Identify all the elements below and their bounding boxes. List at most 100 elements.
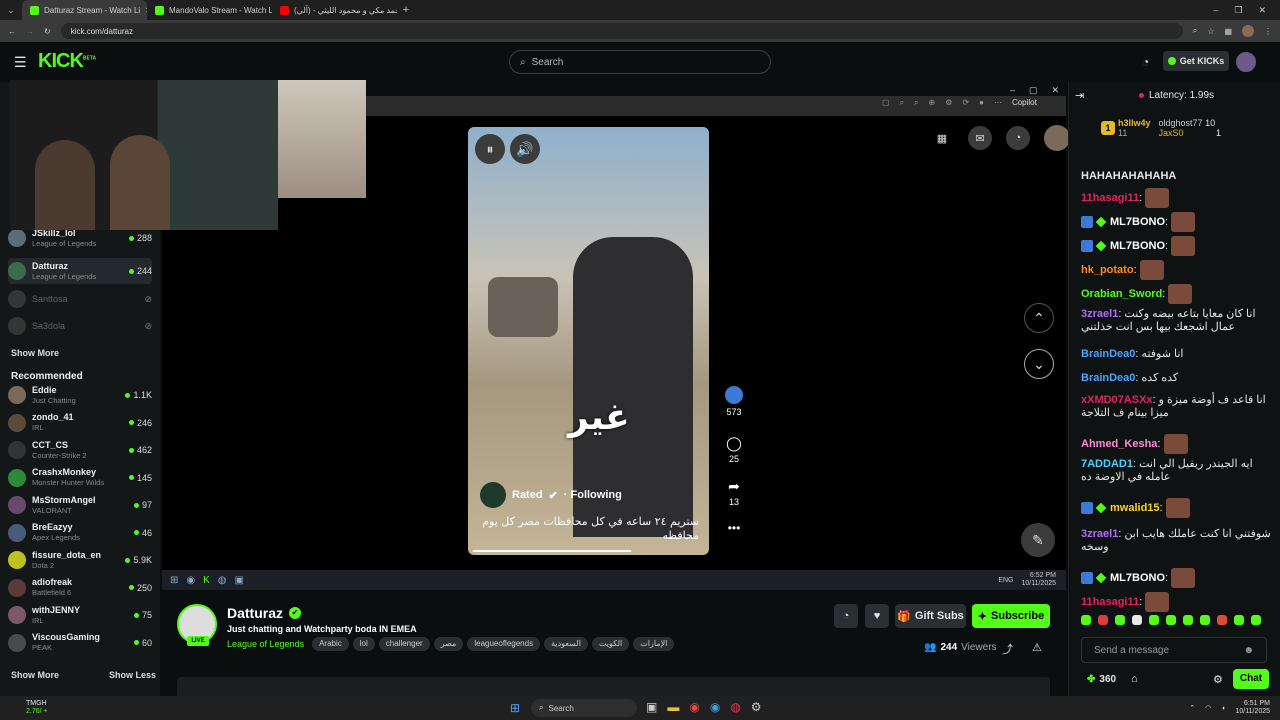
app-icon[interactable]: ◍: [730, 700, 740, 714]
sidebar-item-datturaz[interactable]: Datturaz League of Legends 244: [8, 258, 152, 284]
author-avatar[interactable]: [480, 482, 506, 508]
tray-chevron-icon[interactable]: ⌃: [1189, 704, 1195, 712]
chat-username[interactable]: 3zrael1: [1081, 308, 1118, 320]
tab-2[interactable]: أحمد مكي و محمود الليثي - (آلي) ✕: [272, 0, 397, 20]
quick-emote-icon[interactable]: [1183, 615, 1193, 625]
hamburger-menu-icon[interactable]: ☰: [14, 54, 27, 71]
previous-reel-icon[interactable]: ⌃: [1024, 303, 1054, 333]
notification-bell-icon[interactable]: ◔: [1142, 55, 1149, 69]
chat-input[interactable]: Send a message ☻: [1081, 637, 1267, 663]
sidebar-item-recommended[interactable]: BreEazyy Apex Legends 46: [8, 520, 152, 546]
kick-logo[interactable]: KICKBETA: [38, 50, 96, 73]
kicks-balance[interactable]: ✤ 360: [1087, 674, 1116, 685]
quick-emote-icon[interactable]: [1200, 615, 1210, 625]
sidebar-item-recommended[interactable]: CCT_CS Counter-Strike 2 462: [8, 437, 152, 463]
chat-username[interactable]: Orabian_Sword: [1081, 288, 1162, 300]
url-field[interactable]: kick.com/datturaz: [60, 23, 1183, 39]
tag[interactable]: Arabic: [312, 637, 349, 651]
search-input[interactable]: ⌕ Search: [509, 50, 771, 74]
quick-emote-icon[interactable]: [1234, 615, 1244, 625]
task-view-icon[interactable]: ▣: [646, 700, 657, 714]
sidebar-item-recommended[interactable]: MsStormAngel VALORANT 97: [8, 492, 152, 518]
sidebar-item-recommended[interactable]: adiofreak Battlefield 6 250: [8, 575, 152, 601]
sidebar-item-santtosa[interactable]: Santtosa ⊘: [8, 286, 152, 312]
pause-icon[interactable]: ⏸: [475, 134, 505, 164]
report-icon[interactable]: ⚠: [1032, 641, 1042, 654]
channel-name[interactable]: Datturaz: [227, 605, 283, 621]
volume-icon[interactable]: 🔊: [510, 134, 540, 164]
like-icon[interactable]: [725, 386, 743, 404]
chat-username[interactable]: mwalid15: [1110, 502, 1160, 514]
quick-emote-icon[interactable]: [1217, 615, 1227, 625]
zoom-icon[interactable]: ⌕: [1193, 26, 1197, 36]
tag[interactable]: الإمارات: [633, 637, 675, 651]
edit-icon[interactable]: ✎: [1021, 523, 1055, 557]
follow-heart-button[interactable]: ♥: [865, 604, 889, 628]
chat-send-button[interactable]: Chat: [1233, 669, 1269, 689]
tag[interactable]: lol: [352, 637, 375, 651]
following-label[interactable]: · Following: [564, 489, 622, 501]
chat-username[interactable]: 11hasagi11: [1081, 192, 1139, 204]
close-window-icon[interactable]: ✕: [1258, 5, 1266, 16]
sidebar-item-recommended[interactable]: zondo_41 IRL 246: [8, 410, 152, 436]
tag[interactable]: الكويت: [591, 637, 630, 651]
chat-username[interactable]: 7ADDAD1: [1081, 458, 1133, 470]
reel-video[interactable]: ⏸ 🔊 غير Rated ✔ · Following ستريم ٢٤ ساع…: [468, 127, 709, 555]
back-icon[interactable]: ←: [8, 27, 16, 36]
avatar[interactable]: [1044, 125, 1070, 151]
avatar[interactable]: [1236, 52, 1256, 72]
new-tab-icon[interactable]: +: [397, 4, 415, 16]
quick-emote-icon[interactable]: [1081, 615, 1091, 625]
tag[interactable]: leagueoflegends: [467, 637, 541, 651]
show-more-button[interactable]: Show More: [11, 670, 59, 680]
sidebar-item-sa3dola[interactable]: Sa3dola ⊘: [8, 313, 152, 339]
chat-username[interactable]: ML7BONO: [1110, 216, 1165, 228]
sidebar-item-recommended[interactable]: Eddie Just Chatting 1.1K: [8, 382, 152, 408]
quick-emote-icon[interactable]: [1166, 615, 1176, 625]
tag[interactable]: مصر: [433, 637, 464, 651]
show-less-button[interactable]: Show Less: [109, 670, 156, 680]
notifications-icon[interactable]: ◔: [1006, 126, 1030, 150]
star-icon[interactable]: ☆: [1207, 27, 1214, 36]
chat-username[interactable]: Ahmed_Kesha: [1081, 438, 1157, 450]
file-explorer-icon[interactable]: ▬: [667, 700, 679, 714]
sidebar-item-recommended[interactable]: withJENNY IRL 75: [8, 602, 152, 628]
emoji-icon[interactable]: ☻: [1243, 645, 1254, 656]
tag[interactable]: challenger: [378, 637, 430, 651]
next-reel-icon[interactable]: ⌄: [1024, 349, 1054, 379]
gift-icon[interactable]: ⌂: [1131, 673, 1138, 685]
tab-menu-icon[interactable]: ⌄: [0, 5, 22, 16]
forward-icon[interactable]: →: [26, 27, 34, 36]
collapse-chat-icon[interactable]: ⇥: [1075, 89, 1084, 102]
chat-username[interactable]: hk_potato: [1081, 264, 1134, 276]
settings-gear-icon[interactable]: ⚙: [751, 700, 762, 714]
comment-icon[interactable]: ◯: [719, 435, 749, 452]
chat-username[interactable]: ML7BONO: [1110, 240, 1165, 252]
notification-bell-button[interactable]: ◔: [834, 604, 858, 628]
tab-1[interactable]: MandoValo Stream - Watch Li ✕: [147, 0, 272, 20]
maximize-icon[interactable]: ❐: [1234, 5, 1242, 16]
author-name[interactable]: Rated: [512, 489, 543, 501]
tag[interactable]: السعودية: [544, 637, 588, 651]
more-options-icon[interactable]: •••: [719, 521, 749, 535]
extensions-icon[interactable]: ▦: [1224, 27, 1232, 36]
sidebar-item-recommended[interactable]: ViscousGaming PEAK 60: [8, 630, 152, 656]
messenger-icon[interactable]: ✉: [968, 126, 992, 150]
chat-username[interactable]: 11hasagi11: [1081, 596, 1139, 608]
chat-username[interactable]: ML7BONO: [1110, 572, 1165, 584]
edge-icon[interactable]: ◉: [710, 700, 720, 714]
quick-emote-icon[interactable]: [1098, 615, 1108, 625]
gift-subs-button[interactable]: 🎁 Gift Subs: [895, 604, 966, 628]
quick-emote-icon[interactable]: [1251, 615, 1261, 625]
sidebar-item-recommended[interactable]: CrashxMonkey Monster Hunter Wilds 145: [8, 465, 152, 491]
profile-icon[interactable]: [1242, 25, 1254, 37]
chat-username[interactable]: xXMD07ASXx: [1081, 394, 1153, 406]
chat-username[interactable]: 3zrael1: [1081, 528, 1118, 540]
chat-username[interactable]: BrainDea0: [1081, 372, 1135, 384]
share-icon[interactable]: ⤴: [1002, 641, 1013, 657]
get-kicks-button[interactable]: Get KICKs: [1163, 51, 1229, 71]
subscribe-button[interactable]: ✦ Subscribe: [972, 604, 1050, 628]
settings-gear-icon[interactable]: ⚙: [1213, 673, 1223, 686]
more-menu-icon[interactable]: ⋮: [1264, 27, 1272, 36]
apps-grid-icon[interactable]: ▦: [930, 126, 954, 150]
